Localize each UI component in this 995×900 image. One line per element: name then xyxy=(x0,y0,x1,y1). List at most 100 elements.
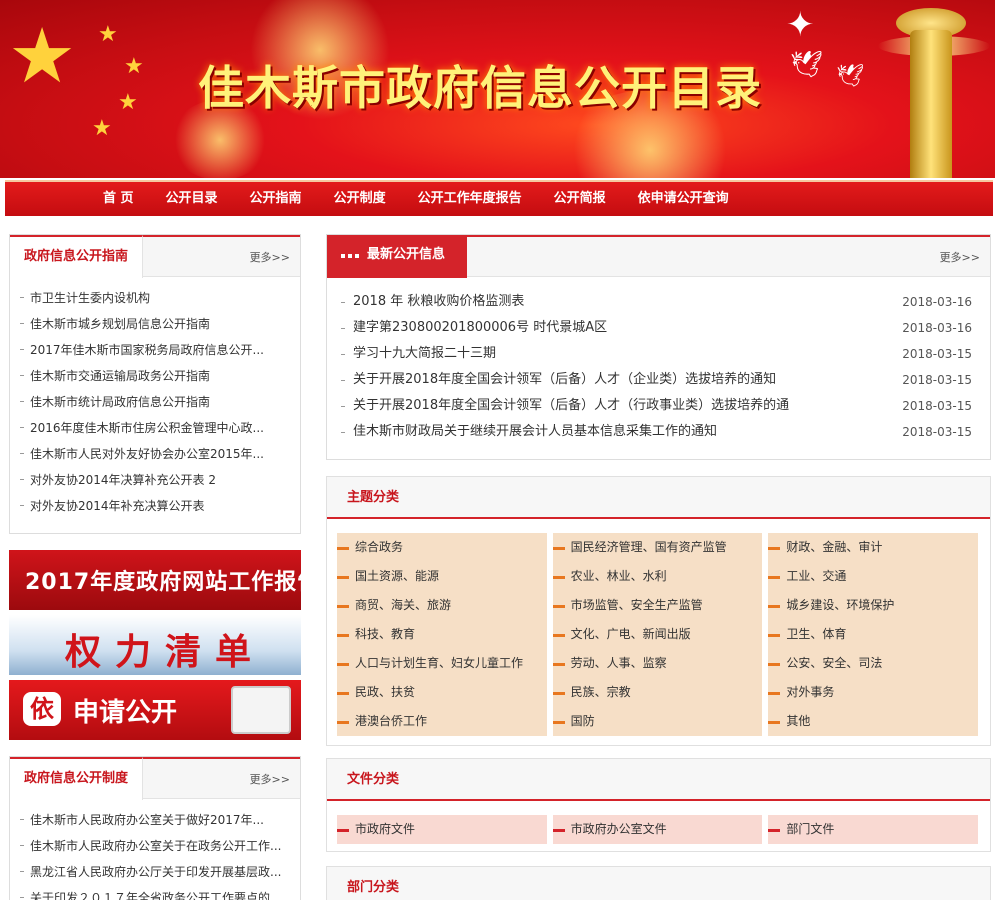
nav-guide[interactable]: 公开指南 xyxy=(234,182,318,216)
header-banner: ★ ★ ★ ★ ★ ✦ 佳木斯市政府信息公开目录 🕊 🕊 xyxy=(0,0,995,178)
guide-more-link[interactable]: 更多>> xyxy=(250,249,290,265)
dove-icon: 🕊 xyxy=(790,50,824,80)
small-star-icon: ★ xyxy=(92,116,112,141)
topic-link[interactable]: 市场监管、安全生产监管 xyxy=(552,591,763,620)
nav-system[interactable]: 公开制度 xyxy=(318,182,402,216)
news-item-date: 2018-03-15 xyxy=(902,399,972,413)
topic-link[interactable]: 卫生、体育 xyxy=(768,620,978,649)
list-item[interactable]: 对外友协2014年决算补充公开表 2 xyxy=(20,467,300,493)
topic-column: 财政、金融、审计 工业、交通 城乡建设、环境保护 卫生、体育 公安、安全、司法 … xyxy=(768,533,979,736)
nav-directory[interactable]: 公开目录 xyxy=(150,182,234,216)
department-title: 部门分类 xyxy=(327,867,990,900)
system-title[interactable]: 政府信息公开制度 xyxy=(10,757,144,800)
dots-icon xyxy=(341,254,359,258)
topic-link[interactable]: 商贸、海关、旅游 xyxy=(337,591,547,620)
topic-link[interactable]: 文化、广电、新闻出版 xyxy=(552,620,763,649)
department-category-panel: 部门分类 xyxy=(326,866,991,900)
small-star-icon: ★ xyxy=(118,90,138,115)
list-item[interactable]: 黑龙江省人民政府办公厅关于印发开展基层政... xyxy=(20,859,300,885)
news-more-link[interactable]: 更多>> xyxy=(940,249,980,265)
big-star-icon: ★ xyxy=(8,11,77,100)
topic-link[interactable]: 公安、安全、司法 xyxy=(768,649,978,678)
news-item-title[interactable]: 关于开展2018年度全国会计领军（后备）人才（行政事业类）选拔培养的通 xyxy=(353,398,789,413)
at-sign-icon xyxy=(231,686,291,734)
news-item-date: 2018-03-15 xyxy=(902,425,972,439)
news-item-date: 2018-03-16 xyxy=(902,321,972,335)
file-category-panel: 文件分类 市政府文件 市政府办公室文件 部门文件 xyxy=(326,758,991,852)
nav-apply-query[interactable]: 依申请公开查询 xyxy=(622,182,745,216)
list-item[interactable]: 2016年度佳木斯市住房公积金管理中心政... xyxy=(20,415,300,441)
news-item-title[interactable]: 2018 年 秋粮收购价格监测表 xyxy=(353,294,524,309)
list-item[interactable]: 对外友协2014年补充决算公开表 xyxy=(20,493,300,519)
topic-link[interactable]: 劳动、人事、监察 xyxy=(552,649,763,678)
topic-link[interactable]: 工业、交通 xyxy=(768,562,978,591)
news-item-title[interactable]: 学习十九大简报二十三期 xyxy=(353,346,496,361)
guide-title[interactable]: 政府信息公开指南 xyxy=(10,235,144,278)
news-title: 最新公开信息 xyxy=(367,247,446,262)
topic-link[interactable]: 综合政务 xyxy=(337,533,547,562)
news-item-title[interactable]: 建字第230800201800006号 时代景城A区 xyxy=(353,320,607,335)
topic-title: 主题分类 xyxy=(327,477,990,519)
list-item[interactable]: 佳木斯市人民政府办公室关于在政务公开工作... xyxy=(20,833,300,859)
power-list-text: 权力清单 xyxy=(65,632,266,673)
news-item[interactable]: 学习十九大简报二十三期 2018-03-15 xyxy=(341,341,972,367)
file-link[interactable]: 市政府办公室文件 xyxy=(552,815,763,844)
news-item[interactable]: 关于开展2018年度全国会计领军（后备）人才（行政事业类）选拔培养的通 2018-… xyxy=(341,393,972,419)
topic-column: 综合政务 国土资源、能源 商贸、海关、旅游 科技、教育 人口与计划生育、妇女儿童… xyxy=(337,533,547,736)
topic-link[interactable]: 农业、林业、水利 xyxy=(552,562,763,591)
news-item-date: 2018-03-15 xyxy=(902,373,972,387)
news-item[interactable]: 建字第230800201800006号 时代景城A区 2018-03-16 xyxy=(341,315,972,341)
topic-column: 国民经济管理、国有资产监管 农业、林业、水利 市场监管、安全生产监管 文化、广电… xyxy=(552,533,763,736)
topic-link[interactable]: 国土资源、能源 xyxy=(337,562,547,591)
main-nav: 首 页 公开目录 公开指南 公开制度 公开工作年度报告 公开简报 依申请公开查询 xyxy=(5,180,993,216)
list-item[interactable]: 佳木斯市人民政府办公室关于做好2017年... xyxy=(20,807,300,833)
topic-link[interactable]: 民族、宗教 xyxy=(552,678,763,707)
topic-link[interactable]: 城乡建设、环境保护 xyxy=(768,591,978,620)
system-panel: 政府信息公开制度 更多>> 佳木斯市人民政府办公室关于做好2017年... 佳木… xyxy=(9,756,301,900)
small-star-icon: ★ xyxy=(98,22,118,47)
topic-link[interactable]: 国防 xyxy=(552,707,763,736)
topic-link[interactable]: 人口与计划生育、妇女儿童工作 xyxy=(337,649,547,678)
power-list-banner[interactable]: 权力清单 xyxy=(9,615,301,675)
news-item-title[interactable]: 佳木斯市财政局关于继续开展会计人员基本信息采集工作的通知 xyxy=(353,424,717,439)
topic-link[interactable]: 港澳台侨工作 xyxy=(337,707,547,736)
news-item[interactable]: 佳木斯市财政局关于继续开展会计人员基本信息采集工作的通知 2018-03-15 xyxy=(341,419,972,445)
apply-icon: 依 xyxy=(23,692,61,726)
topic-link[interactable]: 对外事务 xyxy=(768,678,978,707)
list-item[interactable]: 佳木斯市城乡规划局信息公开指南 xyxy=(20,311,300,337)
topic-link[interactable]: 其他 xyxy=(768,707,978,736)
list-item[interactable]: 关于印发２０１７年全省政务公开工作要点的... xyxy=(20,885,300,900)
list-item[interactable]: 市卫生计生委内设机构 xyxy=(20,285,300,311)
apply-text: 申请公开 xyxy=(73,698,178,728)
news-item[interactable]: 2018 年 秋粮收购价格监测表 2018-03-16 xyxy=(341,289,972,315)
small-star-icon: ★ xyxy=(124,54,144,79)
list-item[interactable]: 佳木斯市交通运输局政务公开指南 xyxy=(20,363,300,389)
dove-icon: 🕊 xyxy=(836,64,864,89)
file-title: 文件分类 xyxy=(327,759,990,801)
report-banner-text: 2017年度政府网站工作报告 xyxy=(25,570,301,595)
report-2017-banner[interactable]: 2017年度政府网站工作报告 xyxy=(9,550,301,610)
nav-home[interactable]: 首 页 xyxy=(87,182,150,216)
guide-panel: 政府信息公开指南 更多>> 市卫生计生委内设机构 佳木斯市城乡规划局信息公开指南… xyxy=(9,234,301,534)
file-link[interactable]: 市政府文件 xyxy=(337,815,547,844)
list-item[interactable]: 佳木斯市人民对外友好协会办公室2015年... xyxy=(20,441,300,467)
news-item-title[interactable]: 关于开展2018年度全国会计领军（后备）人才（企业类）选拔培养的通知 xyxy=(353,372,776,387)
news-title-tab[interactable]: 最新公开信息 xyxy=(327,235,467,278)
huabiao-pillar xyxy=(910,30,952,178)
file-link[interactable]: 部门文件 xyxy=(768,815,979,844)
topic-link[interactable]: 科技、教育 xyxy=(337,620,547,649)
list-item[interactable]: 2017年佳木斯市国家税务局政府信息公开... xyxy=(20,337,300,363)
topic-link[interactable]: 民政、扶贫 xyxy=(337,678,547,707)
nav-annual-report[interactable]: 公开工作年度报告 xyxy=(402,182,538,216)
nav-briefing[interactable]: 公开简报 xyxy=(538,182,622,216)
news-item[interactable]: 关于开展2018年度全国会计领军（后备）人才（企业类）选拔培养的通知 2018-0… xyxy=(341,367,972,393)
topic-category-panel: 主题分类 综合政务 国土资源、能源 商贸、海关、旅游 科技、教育 人口与计划生育… xyxy=(326,476,991,746)
system-more-link[interactable]: 更多>> xyxy=(250,771,290,787)
list-item[interactable]: 佳木斯市统计局政府信息公开指南 xyxy=(20,389,300,415)
page-title: 佳木斯市政府信息公开目录 xyxy=(198,61,762,115)
topic-link[interactable]: 财政、金融、审计 xyxy=(768,533,978,562)
topic-link[interactable]: 国民经济管理、国有资产监管 xyxy=(552,533,763,562)
sparkle-icon: ✦ xyxy=(786,5,815,45)
apply-open-banner[interactable]: 依 申请公开 xyxy=(9,680,301,740)
news-item-date: 2018-03-15 xyxy=(902,347,972,361)
